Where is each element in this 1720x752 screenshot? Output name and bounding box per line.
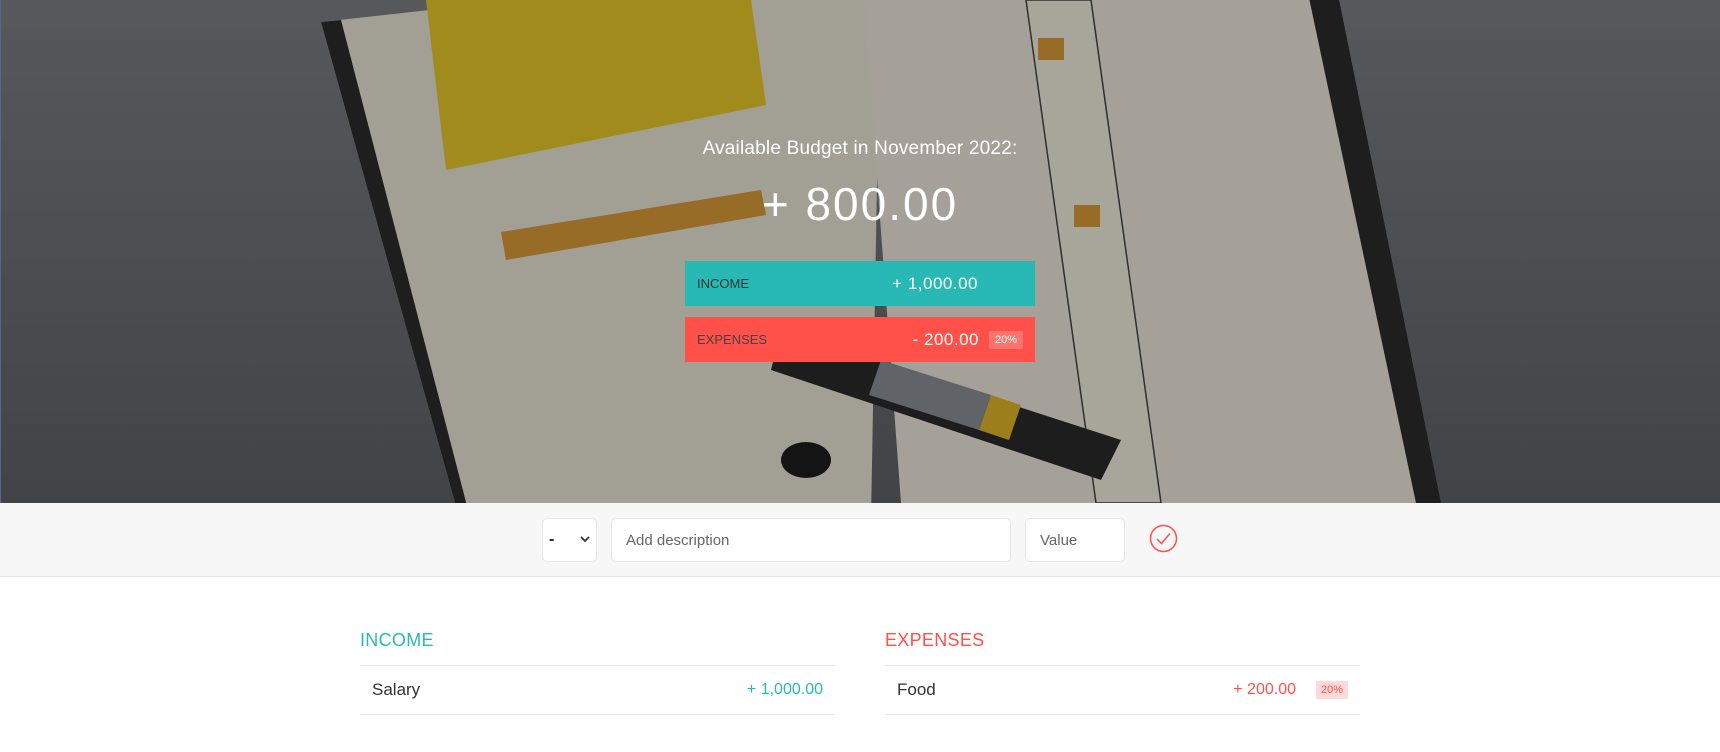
chevron-down-icon <box>580 534 590 546</box>
item-description: Food <box>897 680 936 699</box>
type-select[interactable]: - <box>542 518 597 562</box>
available-budget-value: + 800.00 <box>761 178 959 230</box>
income-summary-label: Income <box>697 276 749 291</box>
description-input[interactable] <box>611 518 1011 562</box>
expenses-list-title: Expenses <box>885 630 1360 666</box>
item-value: + 200.00 <box>1233 681 1296 698</box>
expenses-list: Expenses Food + 200.00 20% <box>885 630 1360 715</box>
income-list-title: Income <box>360 630 835 666</box>
expenses-percentage-badge: 20% <box>989 330 1023 349</box>
income-summary-value: + 1,000.00 <box>892 273 978 293</box>
add-item-bar: - <box>0 503 1720 577</box>
expenses-summary-label: Expenses <box>697 332 768 347</box>
expenses-list-item[interactable]: Food + 200.00 20% <box>885 666 1360 715</box>
budget-summary: Available Budget in November 2022: + 800… <box>0 0 1720 503</box>
item-value: + 1,000.00 <box>746 681 823 698</box>
expenses-summary: Expenses - 200.00 20% <box>685 317 1035 362</box>
income-summary: Income + 1,000.00 <box>685 261 1035 306</box>
item-percentage-badge: 20% <box>1316 681 1348 699</box>
income-list: Income Salary + 1,000.00 <box>360 630 835 715</box>
checkmark-circle-icon <box>1149 524 1178 553</box>
expenses-summary-value: - 200.00 <box>912 329 979 349</box>
value-input[interactable] <box>1025 518 1125 562</box>
add-item-button[interactable] <box>1149 524 1178 553</box>
budget-title: Available Budget in November 2022: <box>702 138 1018 159</box>
type-select-value: - <box>549 531 555 548</box>
income-list-item[interactable]: Salary + 1,000.00 <box>360 666 835 715</box>
item-description: Salary <box>372 680 421 699</box>
